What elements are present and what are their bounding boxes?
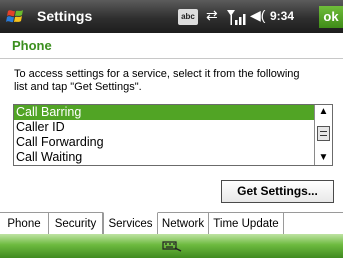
- tab-services[interactable]: Services: [103, 212, 158, 235]
- tab-security[interactable]: Security: [49, 213, 103, 235]
- tab-network[interactable]: Network: [158, 213, 209, 235]
- tab-phone[interactable]: Phone: [0, 213, 49, 235]
- page-title: Phone: [12, 38, 52, 53]
- list-item-call-barring[interactable]: Call Barring: [14, 105, 314, 120]
- scroll-down-arrow-icon[interactable]: ▼: [315, 151, 332, 165]
- tab-time-update[interactable]: Time Update: [209, 213, 284, 235]
- soft-key-bar: [0, 234, 343, 258]
- speaker-icon[interactable]: ◀︎(: [250, 7, 265, 27]
- get-settings-button[interactable]: Get Settings...: [221, 180, 334, 203]
- signal-strength-icon[interactable]: [226, 7, 248, 27]
- scrollbar-thumb[interactable]: [317, 126, 330, 141]
- list-scrollbar[interactable]: ▲ ▼: [314, 105, 332, 165]
- tab-strip: Phone Security Services Network Time Upd…: [0, 212, 343, 235]
- scroll-up-arrow-icon[interactable]: ▲: [315, 105, 332, 119]
- windows-flag-icon[interactable]: [6, 7, 26, 27]
- list-item-caller-id[interactable]: Caller ID: [14, 120, 314, 135]
- connectivity-icon[interactable]: ⇄: [206, 7, 218, 27]
- services-list-items: Call Barring Caller ID Call Forwarding C…: [14, 105, 314, 165]
- list-item-call-waiting[interactable]: Call Waiting: [14, 150, 314, 165]
- clock[interactable]: 9:34: [270, 9, 294, 29]
- services-list[interactable]: Call Barring Caller ID Call Forwarding C…: [13, 104, 333, 166]
- instructions-text: To access settings for a service, select…: [14, 68, 300, 93]
- keyboard-icon[interactable]: [160, 239, 184, 253]
- list-item-call-forwarding[interactable]: Call Forwarding: [14, 135, 314, 150]
- ok-button[interactable]: ok: [319, 6, 343, 28]
- page-header: Phone: [0, 33, 343, 59]
- input-method-indicator[interactable]: abc: [178, 9, 198, 25]
- title-bar: Settings abc ⇄ ◀︎( 9:34 ok: [0, 0, 343, 33]
- window-title: Settings: [37, 8, 93, 24]
